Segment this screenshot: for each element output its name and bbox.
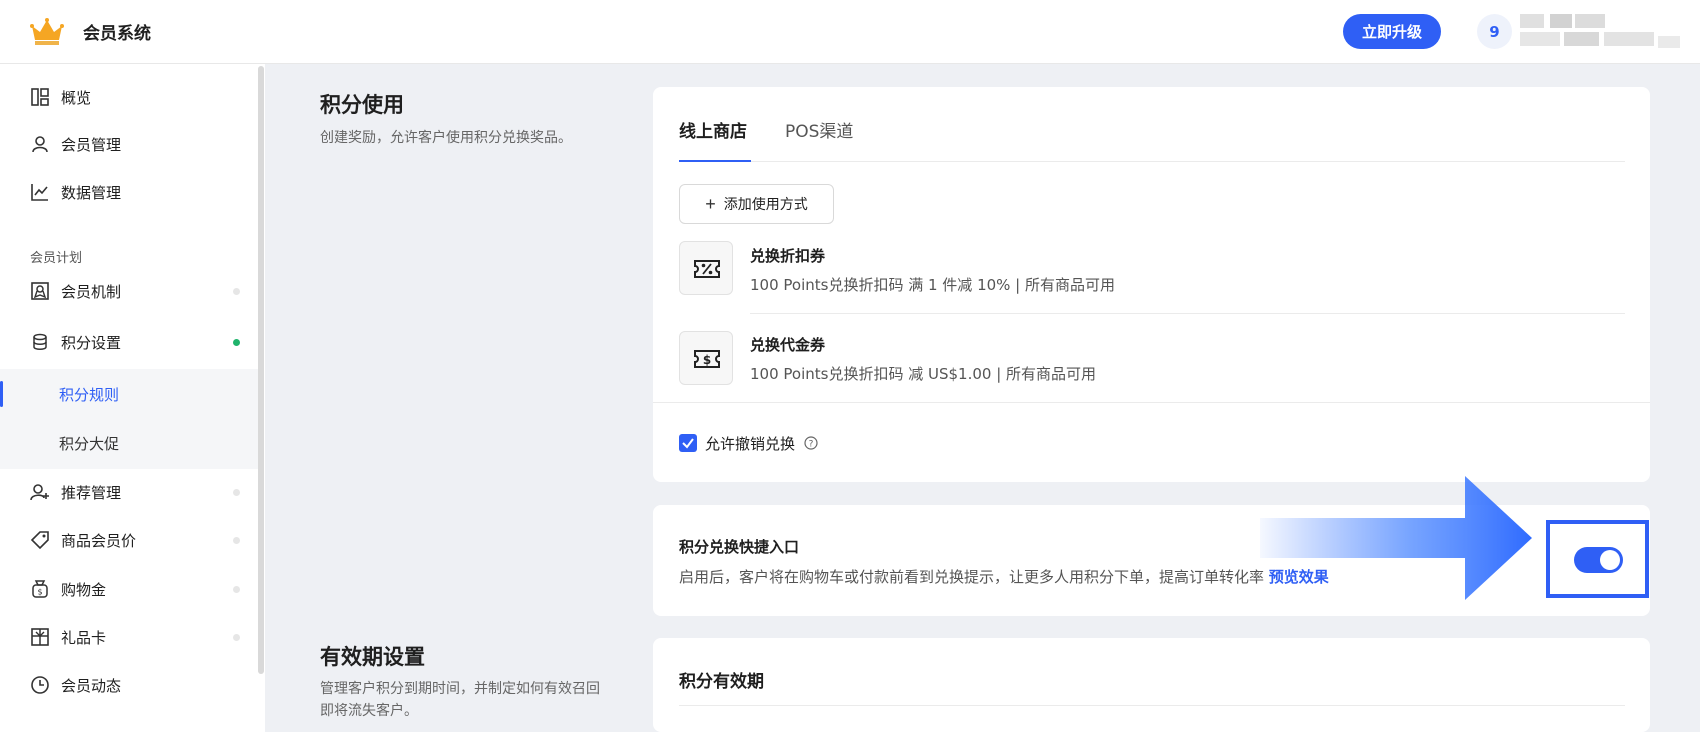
sidebar-item-label: 会员管理 [61,136,122,154]
sidebar-item-referral[interactable]: 推荐管理 [0,469,258,515]
sidebar-item-points-settings[interactable]: 积分设置 [0,319,258,365]
tag-icon [30,531,49,550]
avatar[interactable]: 9 [1477,14,1512,49]
help-icon[interactable]: ? [804,436,818,450]
coupon-title[interactable]: 兑换折扣券 [750,245,825,266]
sidebar-subitem-points-promo[interactable]: 积分大促 [0,420,258,466]
plus-icon: + [705,193,716,214]
sidebar-item-label: 积分大促 [59,435,120,453]
check-icon [682,438,694,449]
allow-revoke-checkbox[interactable] [679,434,697,452]
points-usage-title: 积分使用 [320,93,404,117]
points-usage-desc: 创建奖励，允许客户使用积分兑换奖品。 [320,130,572,146]
blurred-username [1520,12,1680,54]
badge-icon [31,282,49,300]
tab-pos-channel[interactable]: POS渠道 [785,117,853,142]
sidebar-item-label: 会员动态 [61,677,122,695]
chart-icon [31,184,48,201]
sidebar-scrollbar[interactable] [258,66,264,674]
dollar-coupon-icon: $ [694,350,720,368]
add-usage-method-label: 添加使用方式 [723,196,808,212]
money-bag-icon: $ [32,580,48,598]
expiry-card-title: 积分有效期 [679,672,764,692]
status-dot [233,537,240,544]
percent-coupon-icon [694,260,720,278]
coupon-row-icon-box: $ [679,331,733,385]
user-icon [32,136,48,153]
sidebar-item-data[interactable]: 数据管理 [0,169,258,215]
svg-text:$: $ [703,353,711,367]
sidebar-item-members[interactable]: 会员管理 [0,121,258,167]
brand-title: 会员系统 [83,24,151,44]
sidebar-subitem-points-rules[interactable]: 积分规则 [0,371,258,417]
expiry-divider [679,705,1625,706]
sidebar-item-membership-mechanism[interactable]: 会员机制 [0,268,258,314]
sidebar: 概览 会员管理 数据管理 会员计划 会员机制 积分设置 积分规则 积分大促 推荐… [0,64,265,732]
status-dot [233,489,240,496]
sidebar-item-gift-card[interactable]: 礼品卡 [0,614,258,660]
sidebar-item-label: 数据管理 [61,184,122,202]
svg-text:?: ? [809,439,814,449]
add-usage-method-button[interactable]: + 添加使用方式 [679,184,834,224]
active-status-dot [233,339,240,346]
sidebar-item-label: 购物金 [61,581,107,599]
quick-entry-desc: 启用后，客户将在购物车或付款前看到兑换提示，让更多人用积分下单，提高订单转化率 … [679,566,1329,587]
user-add-icon [30,484,49,501]
gift-card-icon [31,628,49,646]
tabs-divider [679,161,1625,162]
sidebar-item-label: 礼品卡 [61,629,107,647]
quick-entry-title: 积分兑换快捷入口 [679,538,800,556]
quick-entry-toggle[interactable] [1574,547,1623,573]
toggle-knob [1600,550,1620,570]
sidebar-item-label: 积分设置 [61,334,122,352]
top-header: 会员系统 立即升级 9 [0,0,1700,64]
expiry-title: 有效期设置 [320,645,425,669]
active-tab-underline [679,160,751,162]
arrow-right-icon [1260,476,1532,600]
dashboard-icon [31,88,49,106]
crown-icon [30,18,64,45]
coupon-desc: 100 Points兑换折扣码 满 1 件减 10% | 所有商品可用 [750,276,1116,294]
upgrade-button[interactable]: 立即升级 [1343,14,1441,49]
status-dot [233,634,240,641]
expiry-desc-line2: 即将流失客户。 [320,703,418,719]
sidebar-item-shopping-credit[interactable]: $ 购物金 [0,566,258,612]
sidebar-section-label: 会员计划 [30,251,83,266]
sidebar-item-member-activity[interactable]: 会员动态 [0,662,258,708]
coupon-desc: 100 Points兑换折扣码 减 US$1.00 | 所有商品可用 [750,365,1097,383]
status-dot [233,586,240,593]
sidebar-item-label: 概览 [61,89,92,107]
svg-text:$: $ [37,588,42,597]
sidebar-item-label: 推荐管理 [61,484,122,502]
sidebar-item-label: 会员机制 [61,283,122,301]
sidebar-subgroup: 积分规则 积分大促 [0,369,258,469]
tab-online-store[interactable]: 线上商店 [679,117,747,142]
coupon-title[interactable]: 兑换代金券 [750,334,825,355]
status-dot [233,288,240,295]
sidebar-item-label: 积分规则 [59,386,120,404]
expiry-desc-line1: 管理客户积分到期时间，并制定如何有效召回 [320,681,600,697]
sidebar-item-member-price[interactable]: 商品会员价 [0,517,258,563]
coupon-row-icon-box [679,241,733,295]
sidebar-item-overview[interactable]: 概览 [0,74,258,120]
sidebar-item-label: 商品会员价 [61,532,137,550]
quick-entry-desc-text: 启用后，客户将在购物车或付款前看到兑换提示，让更多人用积分下单，提高订单转化率 [679,568,1265,586]
section-divider [653,402,1650,403]
clock-icon [31,676,49,694]
database-icon [33,333,47,350]
expiry-card [653,638,1650,732]
allow-revoke-label[interactable]: 允许撤销兑换 [705,433,795,454]
row-divider [750,313,1625,314]
active-indicator [0,381,3,407]
